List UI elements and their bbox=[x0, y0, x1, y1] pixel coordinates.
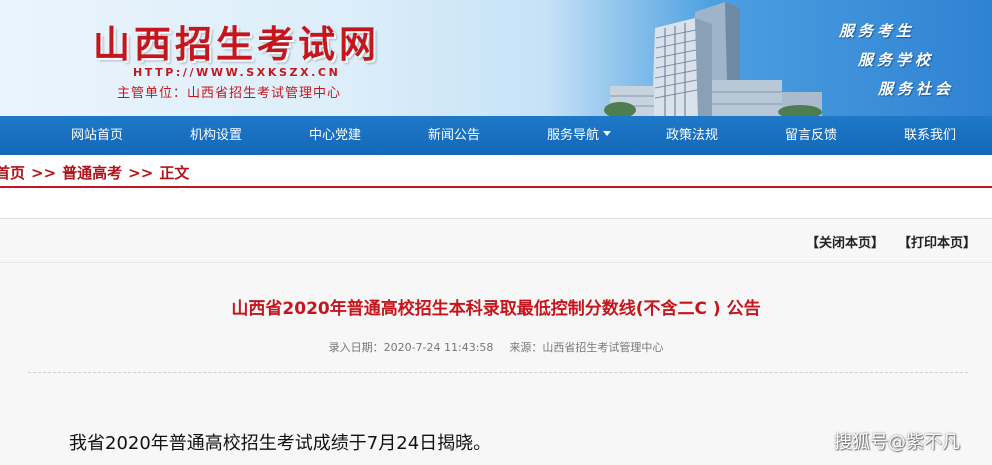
nav-item-label: 留言反馈 bbox=[785, 128, 838, 143]
close-page-link[interactable]: 【关闭本页】 bbox=[806, 236, 884, 251]
nav-item-label: 中心党建 bbox=[309, 128, 362, 143]
print-page-link[interactable]: 【打印本页】 bbox=[898, 236, 976, 251]
main-nav: 网站首页 机构设置 中心党建 新闻公告 服务导航 政策法规 留言反馈 联系我们 bbox=[0, 116, 992, 155]
breadcrumb-separator: >> bbox=[128, 164, 154, 182]
nav-item-organization[interactable]: 机构设置 bbox=[190, 116, 242, 155]
supervisor-text: 主管单位：山西省招生考试管理中心 bbox=[117, 86, 342, 101]
chevron-down-icon bbox=[603, 131, 612, 136]
breadcrumb: 首页 >> 普通高考 >> 正文 bbox=[0, 162, 189, 186]
breadcrumb-current: 正文 bbox=[159, 164, 190, 182]
nav-item-contact[interactable]: 联系我们 bbox=[904, 116, 956, 155]
breadcrumb-separator: >> bbox=[31, 164, 57, 182]
slogan-serve-society: 服务社会 bbox=[878, 80, 955, 98]
breadcrumb-divider bbox=[0, 186, 992, 188]
site-url[interactable]: HTTP://WWW.SXKSZX.CN bbox=[133, 66, 340, 79]
building-image bbox=[604, 2, 822, 116]
nav-item-label: 机构设置 bbox=[190, 128, 243, 143]
nav-item-label: 服务导航 bbox=[547, 128, 600, 143]
nav-item-label: 新闻公告 bbox=[428, 128, 481, 143]
nav-item-policy[interactable]: 政策法规 bbox=[666, 116, 718, 155]
nav-item-home[interactable]: 网站首页 bbox=[71, 116, 123, 155]
nav-item-service-nav[interactable]: 服务导航 bbox=[547, 116, 612, 155]
site-banner: 山西招生考试网 HTTP://WWW.SXKSZX.CN 主管单位：山西省招生考… bbox=[0, 0, 992, 116]
nav-item-news[interactable]: 新闻公告 bbox=[428, 116, 480, 155]
watermark: 搜狐号@紫不凡 bbox=[834, 432, 960, 453]
nav-item-label: 政策法规 bbox=[666, 128, 719, 143]
nav-item-party[interactable]: 中心党建 bbox=[309, 116, 361, 155]
article-title: 山西省2020年普通高校招生本科录取最低控制分数线(不含二C ) 公告 bbox=[231, 299, 761, 319]
meta-divider bbox=[28, 372, 968, 373]
article-meta: 录入日期：2020-7-24 11:43:58 来源：山西省招生考试管理中心 bbox=[0, 339, 992, 355]
slogan-serve-students: 服务考生 bbox=[839, 22, 916, 40]
nav-item-feedback[interactable]: 留言反馈 bbox=[785, 116, 837, 155]
tools-divider bbox=[0, 262, 992, 263]
slogan-serve-schools: 服务学校 bbox=[858, 51, 935, 69]
breadcrumb-home[interactable]: 首页 bbox=[0, 164, 25, 182]
site-name: 山西招生考试网 bbox=[93, 22, 380, 66]
article-body-text: 我省2020年普通高校招生考试成绩于7月24日揭晓。 bbox=[69, 433, 492, 454]
breadcrumb-gaokao[interactable]: 普通高考 bbox=[62, 164, 122, 182]
article-source: 来源：山西省招生考试管理中心 bbox=[509, 341, 664, 354]
nav-item-label: 网站首页 bbox=[71, 128, 124, 143]
page-tools: 【关闭本页】 【打印本页】 bbox=[806, 232, 976, 251]
entry-date: 录入日期：2020-7-24 11:43:58 bbox=[328, 341, 494, 354]
nav-item-label: 联系我们 bbox=[904, 128, 957, 143]
